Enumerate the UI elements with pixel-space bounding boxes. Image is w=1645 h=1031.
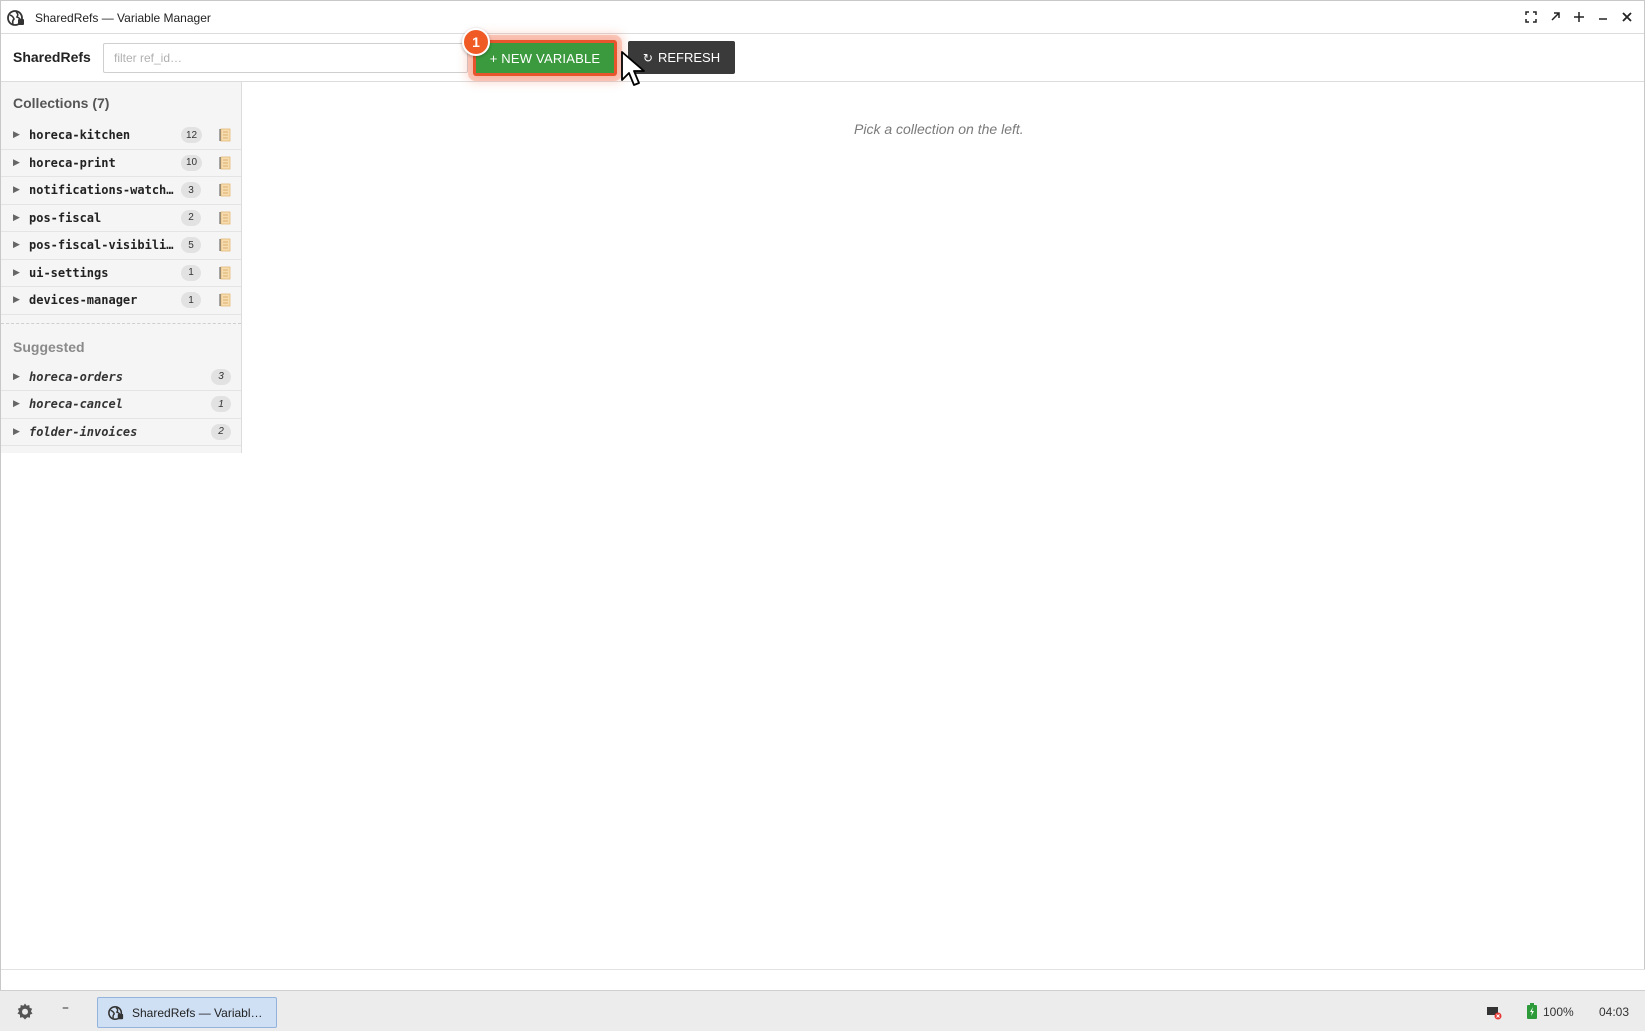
app-globe-icon: [7, 10, 24, 26]
expand-caret-icon[interactable]: ▶: [13, 185, 20, 195]
step-badge: 1: [462, 28, 490, 56]
empty-state-hint: Pick a collection on the left.: [854, 121, 1024, 137]
collection-name: pos-fiscal-visibili…: [29, 238, 174, 253]
document-icon[interactable]: [219, 156, 231, 170]
new-variable-button[interactable]: + NEW VARIABLE: [473, 40, 617, 76]
collection-name: ui-settings: [29, 265, 109, 280]
expand-caret-icon[interactable]: ▶: [13, 427, 20, 437]
suggested-list: ▶ horeca-orders 3 ▶ horeca-cancel 1 ▶ folder-in…: [1, 364, 241, 446]
taskbar: – SharedRefs — Variabl… 100% 04:03: [0, 990, 1645, 1031]
app-window: SharedRefs — Variable Manager SharedRefs…: [0, 0, 1645, 991]
collection-item[interactable]: ▶ devices-manager 1: [1, 287, 241, 315]
battery-percentage: 100%: [1543, 1005, 1574, 1019]
status-strip: [1, 969, 1645, 991]
expand-caret-icon[interactable]: ▶: [13, 295, 20, 305]
collection-name: horeca-print: [29, 155, 116, 170]
count-badge: 10: [181, 154, 203, 171]
expand-caret-icon[interactable]: ▶: [13, 130, 20, 140]
count-badge: 3: [211, 368, 231, 385]
count-badge: 12: [181, 127, 203, 144]
suggested-heading: Suggested: [1, 322, 241, 364]
collection-name: horeca-kitchen: [29, 128, 131, 143]
collection-item[interactable]: ▶ horeca-kitchen 12: [1, 122, 241, 150]
expand-caret-icon[interactable]: ▶: [13, 372, 20, 382]
sidebar: Collections (7) ▶ horeca-kitchen 12 ▶ horeca…: [1, 82, 242, 453]
minimize-icon[interactable]: [1594, 8, 1612, 26]
settings-gear-icon[interactable]: [15, 1002, 35, 1022]
filter-ref-input[interactable]: [103, 43, 468, 73]
window-controls: [1522, 8, 1636, 26]
expand-caret-icon[interactable]: ▶: [13, 158, 20, 168]
network-disconnected-icon[interactable]: [1486, 1004, 1502, 1020]
collection-name: devices-manager: [29, 293, 138, 308]
fullscreen-icon[interactable]: [1522, 8, 1540, 26]
count-badge: 1: [181, 292, 201, 309]
collection-item[interactable]: ▶ pos-fiscal 2: [1, 205, 241, 232]
document-icon[interactable]: [219, 211, 231, 225]
count-badge: 3: [181, 182, 201, 199]
document-icon[interactable]: [219, 293, 231, 307]
refresh-label: REFRESH: [657, 50, 721, 65]
collection-item[interactable]: ▶ notifications-watch… 3: [1, 177, 241, 205]
clock[interactable]: 04:03: [1599, 1005, 1629, 1019]
taskbar-app-label: SharedRefs — Variabl…: [132, 1005, 263, 1020]
suggested-item[interactable]: ▶ horeca-orders 3: [1, 364, 241, 391]
count-badge: 1: [181, 264, 201, 281]
expand-caret-icon[interactable]: ▶: [13, 268, 20, 278]
suggested-name: folder-invoices: [29, 424, 138, 439]
count-badge: 1: [211, 396, 231, 413]
title-bar: SharedRefs — Variable Manager: [1, 1, 1644, 34]
collection-name: notifications-watch…: [29, 183, 174, 198]
collection-item[interactable]: ▶ pos-fiscal-visibili… 5: [1, 232, 241, 260]
app-globe-icon: [108, 1005, 124, 1020]
battery-icon[interactable]: [1527, 1003, 1537, 1019]
suggested-item[interactable]: ▶ folder-invoices 2: [1, 419, 241, 446]
collections-list: ▶ horeca-kitchen 12 ▶ horeca-print 10 ▶ notific…: [1, 122, 241, 315]
suggested-item[interactable]: ▶ horeca-cancel 1: [1, 391, 241, 419]
document-icon[interactable]: [219, 128, 231, 142]
suggested-name: horeca-cancel: [29, 397, 123, 412]
document-icon[interactable]: [219, 183, 231, 197]
collection-name: pos-fiscal: [29, 210, 102, 225]
collections-heading: Collections (7): [13, 95, 110, 111]
count-badge: 5: [181, 237, 201, 254]
taskbar-app-button[interactable]: SharedRefs — Variabl…: [97, 997, 277, 1028]
count-badge: 2: [211, 423, 231, 440]
document-icon[interactable]: [219, 266, 231, 280]
document-icon[interactable]: [219, 238, 231, 252]
show-desktop-icon[interactable]: –: [62, 1000, 76, 1020]
expand-caret-icon[interactable]: ▶: [13, 399, 20, 409]
window-title: SharedRefs — Variable Manager: [35, 11, 211, 25]
suggested-name: horeca-orders: [29, 369, 123, 384]
close-icon[interactable]: [1618, 8, 1636, 26]
count-badge: 2: [181, 209, 201, 226]
mouse-cursor-icon: [621, 51, 645, 86]
restore-icon[interactable]: [1546, 8, 1564, 26]
maximize-icon[interactable]: [1570, 8, 1588, 26]
collection-item[interactable]: ▶ horeca-print 10: [1, 150, 241, 177]
expand-caret-icon[interactable]: ▶: [13, 240, 20, 250]
toolbar: SharedRefs + NEW VARIABLE ↻ REFRESH: [1, 34, 1644, 82]
brand-label: SharedRefs: [13, 49, 91, 65]
expand-caret-icon[interactable]: ▶: [13, 213, 20, 223]
collection-item[interactable]: ▶ ui-settings 1: [1, 260, 241, 287]
